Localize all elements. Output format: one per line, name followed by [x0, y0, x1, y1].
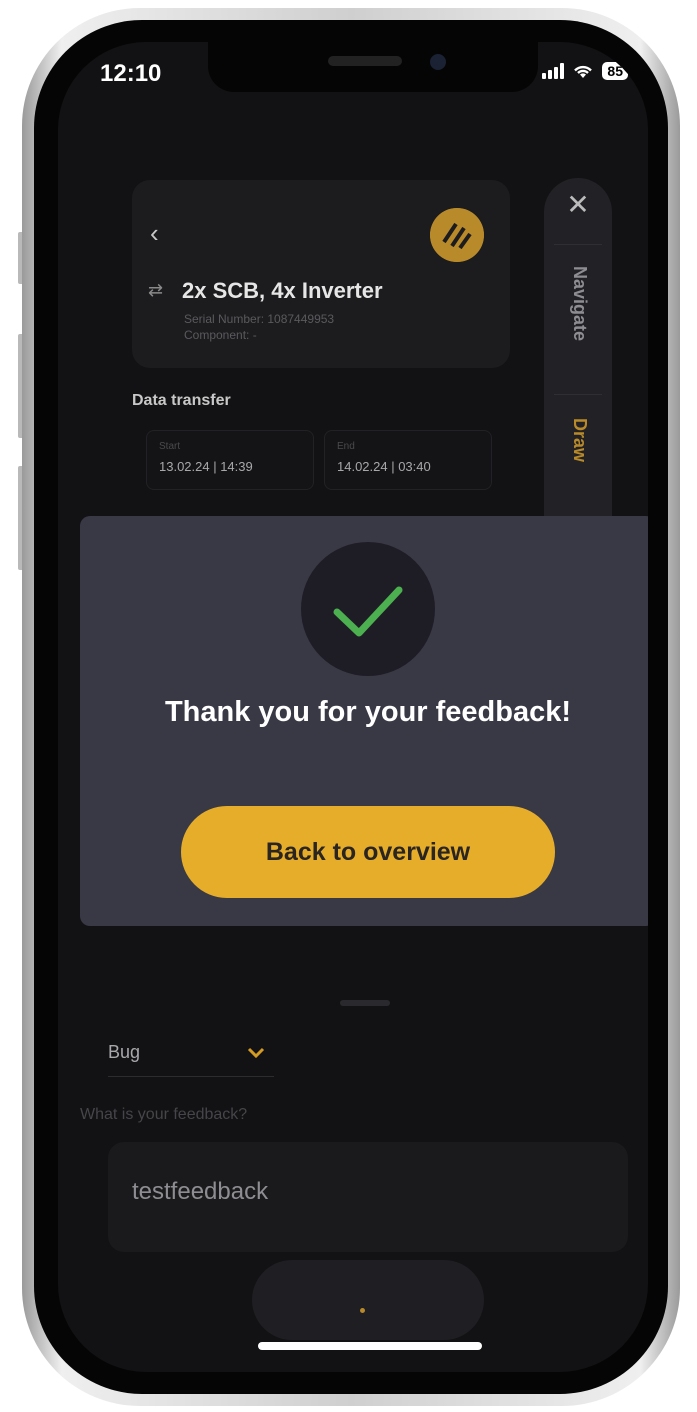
category-value: Bug — [108, 1042, 141, 1062]
checkmark-icon — [333, 586, 403, 637]
phone-screen: 12:10 85 ‹ ⇄ 2x SCB, 4x Inverter Serial … — [58, 42, 648, 1372]
component-label: Component: - — [184, 328, 257, 342]
data-transfer-title: Data transfer — [132, 392, 231, 409]
category-select[interactable]: Bug — [108, 1036, 274, 1077]
brand-logo-icon — [430, 208, 484, 262]
close-icon[interactable]: ✕ — [544, 188, 612, 221]
status-icons: 85 — [542, 62, 628, 80]
feedback-text: testfeedback — [132, 1178, 269, 1205]
end-value: 14.02.24 | 03:40 — [337, 459, 431, 474]
signal-icon — [542, 63, 565, 79]
status-time: 12:10 — [100, 60, 162, 87]
serial-number: Serial Number: 1087449953 — [184, 312, 335, 326]
sheet-handle[interactable] — [340, 1000, 390, 1006]
back-chevron-icon[interactable]: ‹ — [150, 218, 159, 249]
divider — [554, 244, 602, 245]
battery-indicator: 85 — [602, 62, 628, 80]
start-label: Start — [159, 441, 181, 452]
end-date-field[interactable]: End 14.02.24 | 03:40 — [324, 430, 492, 490]
home-indicator[interactable] — [258, 1342, 482, 1350]
chevron-down-icon — [247, 1047, 265, 1059]
side-panel: ✕ Navigate Draw — [544, 178, 612, 558]
check-circle — [301, 542, 435, 676]
tab-draw[interactable]: Draw — [569, 418, 590, 462]
wifi-icon — [574, 65, 593, 78]
speaker — [328, 56, 402, 66]
modal-title: Thank you for your feedback! — [164, 696, 572, 728]
feedback-success-modal: Thank you for your feedback! Back to ove… — [80, 516, 648, 926]
end-label: End — [337, 441, 355, 452]
feedback-question: What is your feedback? — [80, 1106, 248, 1123]
divider — [554, 394, 602, 395]
notch — [208, 42, 538, 92]
start-date-field[interactable]: Start 13.02.24 | 14:39 — [146, 430, 314, 490]
feedback-textarea[interactable]: testfeedback — [108, 1142, 628, 1252]
tab-navigate[interactable]: Navigate — [569, 266, 590, 341]
front-camera — [430, 54, 446, 70]
start-value: 13.02.24 | 14:39 — [159, 459, 253, 474]
device-title: 2x SCB, 4x Inverter — [182, 278, 383, 303]
device-card: ‹ ⇄ 2x SCB, 4x Inverter Serial Number: 1… — [132, 180, 510, 368]
swap-icon: ⇄ — [148, 280, 164, 300]
submit-button[interactable] — [252, 1260, 484, 1340]
back-to-overview-button[interactable]: Back to overview — [181, 806, 555, 898]
loading-dot — [360, 1308, 365, 1313]
